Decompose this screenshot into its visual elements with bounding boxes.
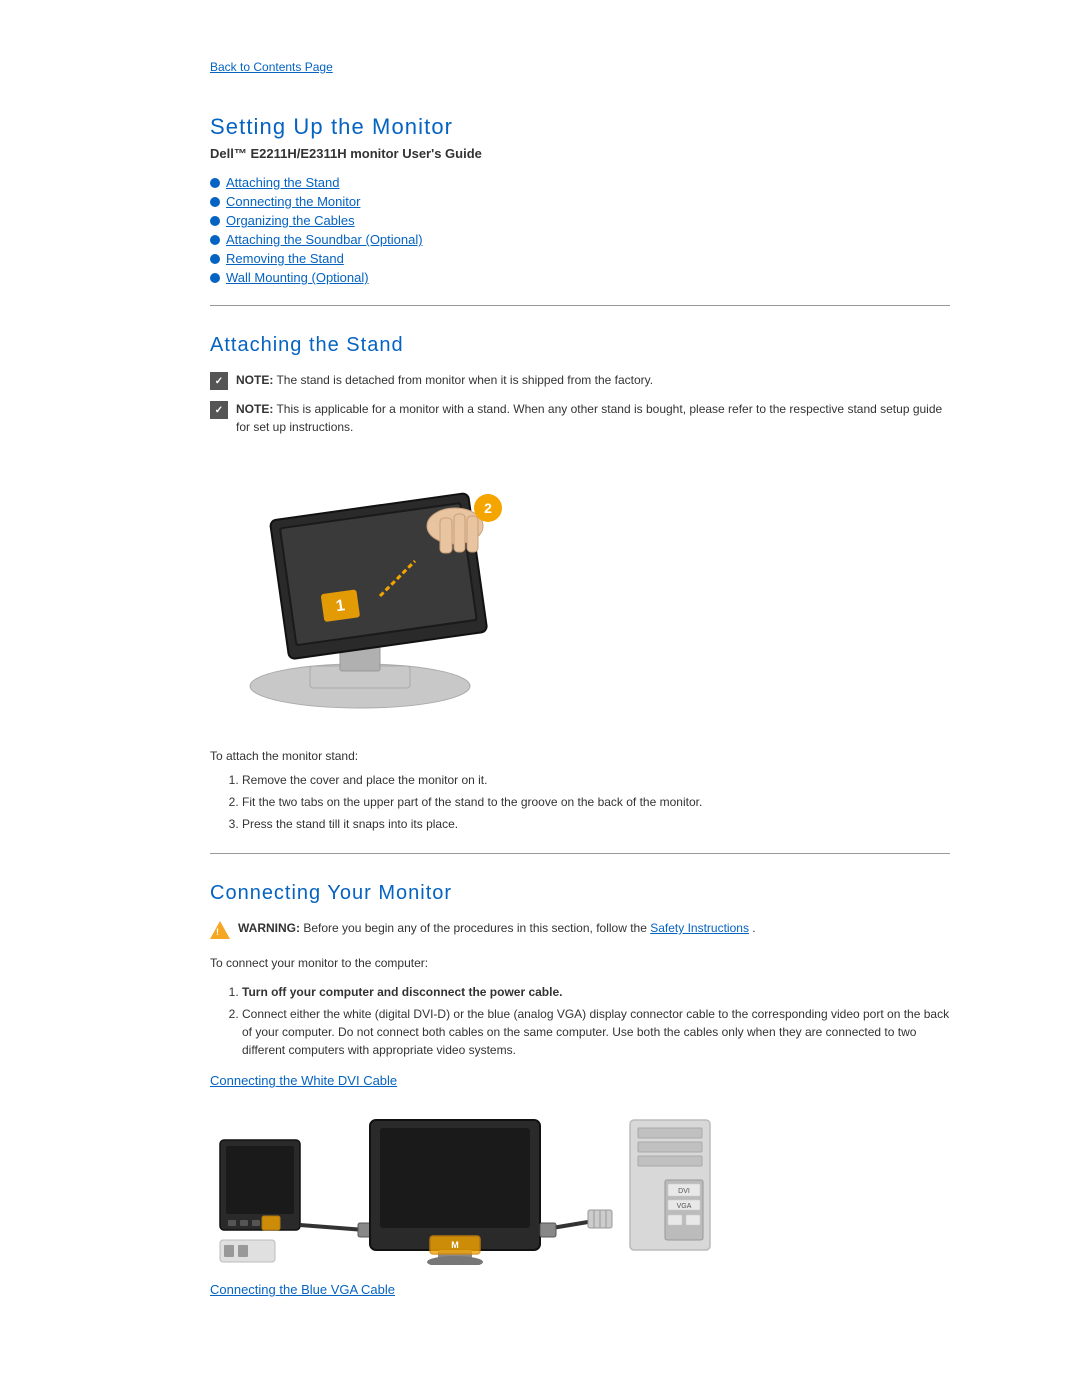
connecting-heading: Connecting Your Monitor bbox=[210, 882, 950, 905]
connect-step-1: Turn off your computer and disconnect th… bbox=[242, 983, 950, 1001]
connect-step-2: Connect either the white (digital DVI-D)… bbox=[242, 1005, 950, 1059]
svg-text:VGA: VGA bbox=[677, 1203, 692, 1210]
attaching-stand-heading: Attaching the Stand bbox=[210, 334, 950, 357]
step-2: Fit the two tabs on the upper part of th… bbox=[242, 793, 950, 811]
divider-2 bbox=[210, 853, 950, 854]
note-icon-1: ✓ bbox=[210, 372, 228, 390]
bullet-icon bbox=[210, 197, 220, 207]
dvi-cable-link[interactable]: Connecting the White DVI Cable bbox=[210, 1073, 950, 1088]
toc-list: Attaching the Stand Connecting the Monit… bbox=[210, 175, 950, 285]
to-connect-label: To connect your monitor to the computer: bbox=[210, 954, 950, 973]
divider-1 bbox=[210, 305, 950, 306]
toc-link-removing[interactable]: Removing the Stand bbox=[226, 251, 344, 266]
bullet-icon bbox=[210, 254, 220, 264]
toc-item-organizing[interactable]: Organizing the Cables bbox=[210, 213, 950, 228]
toc-item-attaching[interactable]: Attaching the Stand bbox=[210, 175, 950, 190]
toc-item-removing[interactable]: Removing the Stand bbox=[210, 251, 950, 266]
step-3: Press the stand till it snaps into its p… bbox=[242, 815, 950, 833]
note-text-2: NOTE: This is applicable for a monitor w… bbox=[236, 400, 950, 436]
back-to-contents-link[interactable]: Back to Contents Page bbox=[210, 60, 950, 74]
toc-link-connecting[interactable]: Connecting the Monitor bbox=[226, 194, 360, 209]
attaching-steps: Remove the cover and place the monitor o… bbox=[242, 771, 950, 833]
bullet-icon bbox=[210, 216, 220, 226]
note-2: ✓ NOTE: This is applicable for a monitor… bbox=[210, 400, 950, 436]
svg-text:DVI: DVI bbox=[678, 1188, 690, 1195]
toc-item-wall[interactable]: Wall Mounting (Optional) bbox=[210, 270, 950, 285]
vga-cable-link[interactable]: Connecting the Blue VGA Cable bbox=[210, 1282, 950, 1297]
toc-link-wall[interactable]: Wall Mounting (Optional) bbox=[226, 270, 369, 285]
bullet-icon bbox=[210, 273, 220, 283]
bullet-icon bbox=[210, 235, 220, 245]
warning-triangle-icon: ! bbox=[210, 921, 230, 939]
svg-text:M: M bbox=[451, 1240, 459, 1250]
note-1: ✓ NOTE: The stand is detached from monit… bbox=[210, 371, 950, 390]
page-title: Setting Up the Monitor bbox=[210, 114, 950, 140]
warning-block: ! WARNING: Before you begin any of the p… bbox=[210, 919, 950, 942]
svg-text:2: 2 bbox=[484, 500, 492, 516]
step-1: Remove the cover and place the monitor o… bbox=[242, 771, 950, 789]
toc-link-attaching[interactable]: Attaching the Stand bbox=[226, 175, 339, 190]
warning-text: WARNING: Before you begin any of the pro… bbox=[238, 919, 756, 937]
toc-link-soundbar[interactable]: Attaching the Soundbar (Optional) bbox=[226, 232, 423, 247]
toc-link-organizing[interactable]: Organizing the Cables bbox=[226, 213, 355, 228]
note-text-1: NOTE: The stand is detached from monitor… bbox=[236, 371, 653, 389]
toc-item-connecting[interactable]: Connecting the Monitor bbox=[210, 194, 950, 209]
stand-image: 1 2 bbox=[220, 456, 950, 729]
bullet-icon bbox=[210, 178, 220, 188]
dvi-connector-image: M DVI VGA bbox=[210, 1100, 950, 1268]
safety-instructions-link[interactable]: Safety Instructions bbox=[650, 921, 749, 935]
note-icon-2: ✓ bbox=[210, 401, 228, 419]
connecting-steps: Turn off your computer and disconnect th… bbox=[242, 983, 950, 1059]
toc-item-soundbar[interactable]: Attaching the Soundbar (Optional) bbox=[210, 232, 950, 247]
to-attach-label: To attach the monitor stand: bbox=[210, 749, 950, 763]
page-subtitle: Dell™ E2211H/E2311H monitor User's Guide bbox=[210, 146, 950, 161]
